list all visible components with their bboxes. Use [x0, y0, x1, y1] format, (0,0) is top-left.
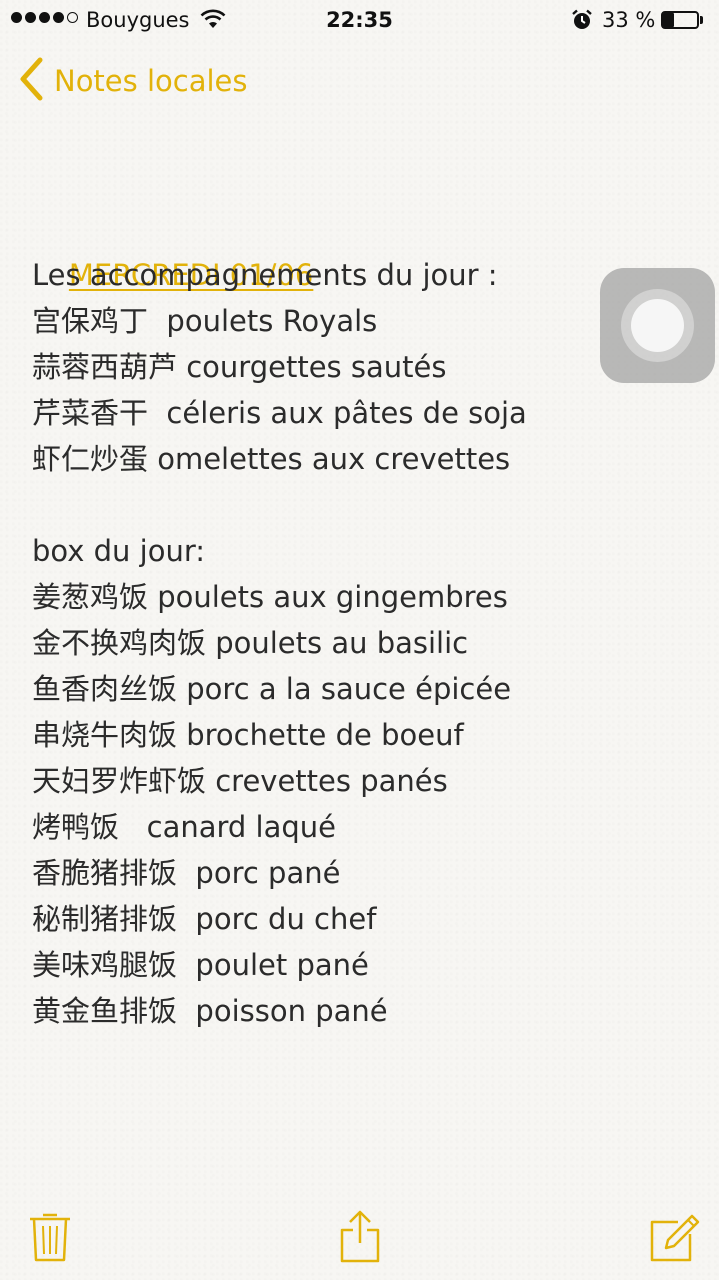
assistive-touch-core	[631, 299, 684, 352]
note-line: 天妇罗炸虾饭 crevettes panés	[32, 764, 448, 798]
note-line: 黄金鱼排饭 poisson pané	[32, 994, 388, 1028]
delete-note-button[interactable]	[28, 1210, 78, 1266]
share-icon	[337, 1210, 383, 1268]
chevron-left-icon	[18, 57, 44, 105]
battery-fill	[663, 13, 674, 27]
note-line: 姜葱鸡饭 poulets aux gingembres	[32, 580, 508, 614]
note-line: 美味鸡腿饭 poulet pané	[32, 948, 369, 982]
note-line: 香脆猪排饭 porc pané	[32, 856, 341, 890]
status-bar: Bouygues 22:35 33 %	[0, 0, 719, 40]
back-to-notes-button[interactable]: Notes locales	[18, 57, 248, 105]
note-line: 虾仁炒蛋 omelettes aux crevettes	[32, 442, 511, 476]
compose-icon	[648, 1214, 700, 1268]
note-section-header: Les accompagnements du jour :	[32, 258, 498, 292]
back-button-label: Notes locales	[54, 64, 248, 98]
note-blank-line	[32, 482, 652, 528]
note-line: 鱼香肉丝饭 porc a la sauce épicée	[32, 672, 512, 706]
assistive-touch-button[interactable]	[600, 268, 715, 383]
note-line: 芹菜香干 céleris aux pâtes de soja	[32, 396, 527, 430]
battery-tip	[700, 16, 703, 24]
battery-percentage: 33 %	[602, 8, 656, 32]
note-line: 蒜蓉西葫芦 courgettes sautés	[32, 350, 447, 384]
note-date-line: MERCREDI 01/06	[32, 206, 652, 292]
alarm-icon	[571, 9, 593, 36]
compose-note-button[interactable]	[648, 1210, 700, 1266]
note-line: 秘制猪排饭 porc du chef	[32, 902, 377, 936]
note-section-header: box du jour:	[32, 534, 206, 568]
note-line: 宫保鸡丁 poulets Royals	[32, 304, 378, 338]
note-line: 串烧牛肉饭 brochette de boeuf	[32, 718, 464, 752]
note-body[interactable]: MERCREDI 01/06 Les accompagnements du jo…	[32, 206, 652, 1034]
share-note-button[interactable]	[337, 1210, 387, 1266]
trash-icon	[28, 1213, 72, 1268]
note-line: 烤鸭饭 canard laqué	[32, 810, 337, 844]
note-line: 金不换鸡肉饭 poulets au basilic	[32, 626, 469, 660]
battery-icon	[661, 11, 705, 29]
